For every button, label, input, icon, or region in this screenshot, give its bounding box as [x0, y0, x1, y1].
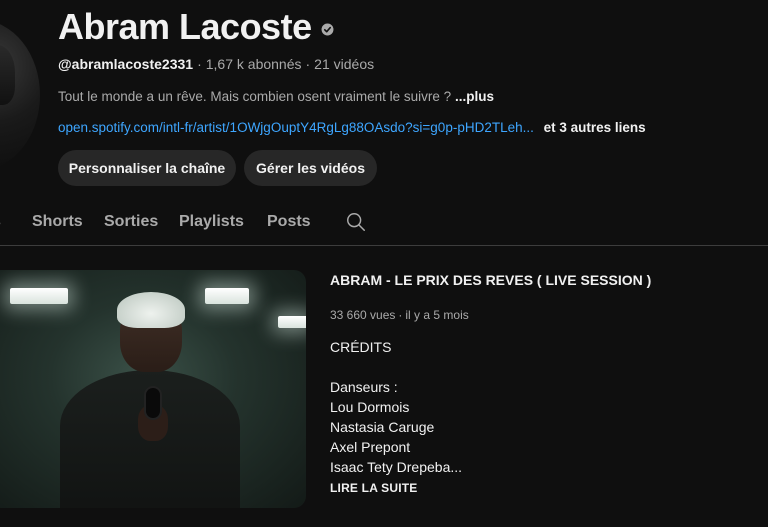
manage-videos-button[interactable]: Gérer les vidéos [244, 150, 377, 186]
channel-description[interactable]: Tout le monde a un rêve. Mais combien os… [58, 89, 494, 104]
stats-separator: · [398, 308, 403, 322]
spotify-link[interactable]: open.spotify.com/intl-fr/artist/1OWjgOup… [58, 120, 534, 135]
tab-posts[interactable]: Posts [267, 213, 311, 231]
featured-video-title[interactable]: ABRAM - LE PRIX DES REVES ( LIVE SESSION… [330, 272, 760, 288]
channel-name: Abram Lacoste [58, 6, 312, 47]
tab-shorts[interactable]: Shorts [32, 213, 83, 231]
description-text: Tout le monde a un rêve. Mais combien os… [58, 89, 452, 104]
tab-videos-partial[interactable]: s [0, 213, 1, 231]
channel-avatar[interactable] [0, 20, 40, 170]
featured-video-thumbnail[interactable] [0, 270, 306, 508]
channel-tabs: s Shorts Sorties Playlists Posts [0, 200, 768, 246]
channel-name-row: Abram Lacoste [58, 6, 334, 48]
description-line: CRÉDITS [330, 339, 392, 355]
description-line: Lou Dormois [330, 399, 410, 415]
stage-light [278, 316, 306, 328]
search-icon[interactable] [345, 211, 367, 233]
stage-light [205, 288, 249, 304]
channel-page: Abram Lacoste @abramlacoste2331 · 1,67 k a… [0, 0, 768, 527]
channel-links: open.spotify.com/intl-fr/artist/1OWjgOup… [58, 120, 646, 135]
channel-handle: @abramlacoste2331 [58, 56, 194, 72]
read-more-button[interactable]: LIRE LA SUITE [330, 481, 760, 495]
meta-separator: · [197, 56, 202, 72]
microphone [146, 388, 160, 418]
tab-playlists[interactable]: Playlists [179, 213, 244, 231]
description-line: Danseurs : [330, 379, 398, 395]
performer-hair [117, 292, 185, 328]
description-line-blank [330, 357, 760, 377]
verified-badge-icon [321, 23, 334, 35]
stage-light [10, 288, 68, 304]
description-more-link[interactable]: ...plus [455, 89, 494, 104]
other-links-button[interactable]: et 3 autres liens [544, 120, 646, 135]
description-line: Nastasia Caruge [330, 419, 435, 435]
description-line: Isaac Tety Drepeba... [330, 459, 463, 475]
featured-video-stats: 33 660 vues · il y a 5 mois [330, 308, 760, 322]
featured-video-info: ABRAM - LE PRIX DES REVES ( LIVE SESSION… [330, 272, 760, 495]
view-count: 33 660 vues [330, 308, 396, 322]
customize-channel-button[interactable]: Personnaliser la chaîne [58, 150, 236, 186]
subscriber-count: 1,67 k abonnés [205, 56, 302, 72]
tab-releases[interactable]: Sorties [104, 213, 158, 231]
video-count: 21 vidéos [314, 56, 375, 72]
meta-separator: · [305, 56, 311, 72]
featured-video-description: CRÉDITS Danseurs : Lou Dormois Nastasia … [330, 337, 760, 477]
upload-age: il y a 5 mois [405, 308, 469, 322]
channel-meta: @abramlacoste2331 · 1,67 k abonnés · 21 vidé… [58, 56, 374, 72]
description-line: Axel Prepont [330, 439, 411, 455]
